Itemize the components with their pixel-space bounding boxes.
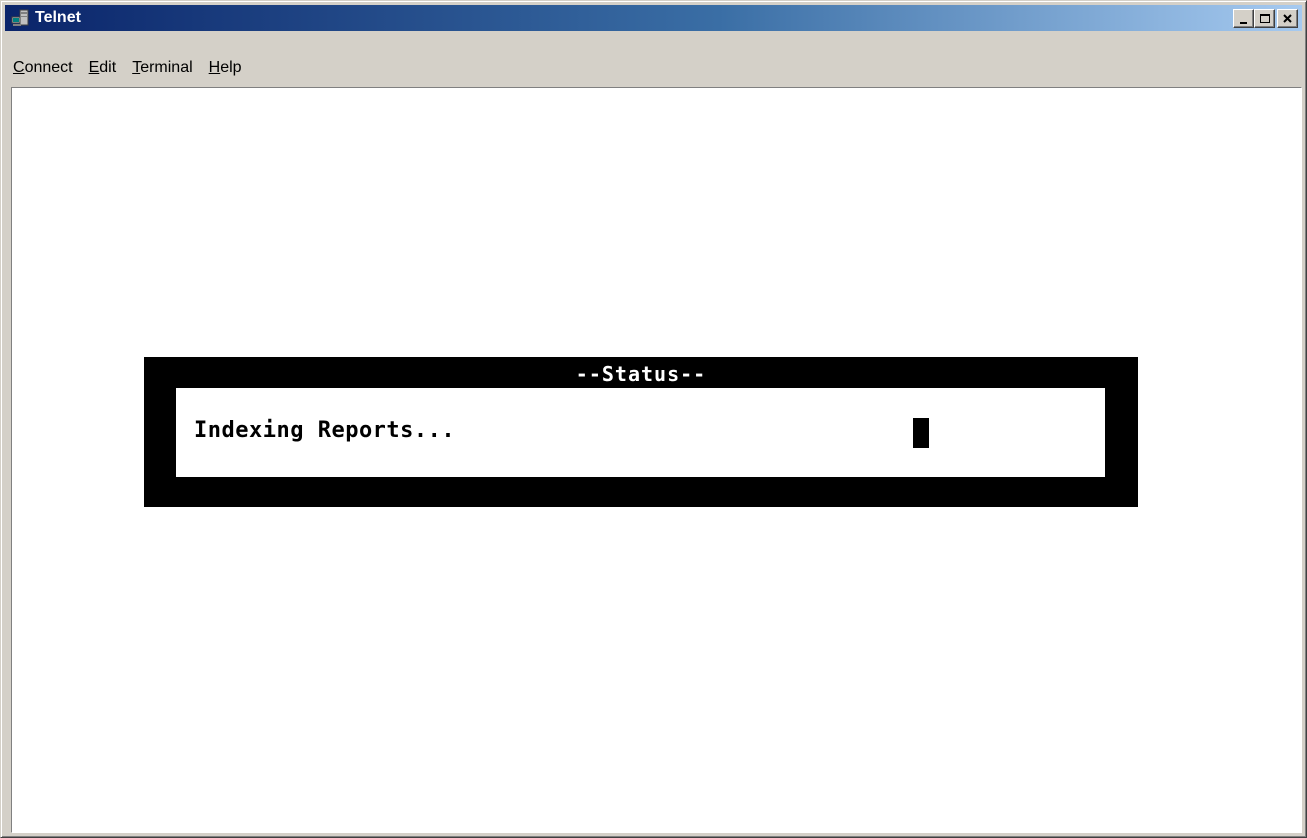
- menu-help-mnemonic: H: [208, 59, 221, 76]
- status-message: Indexing Reports...: [194, 418, 456, 443]
- close-button[interactable]: [1277, 9, 1298, 28]
- maximize-button[interactable]: [1254, 9, 1275, 28]
- menu-edit[interactable]: Edit: [81, 59, 125, 77]
- menu-connect-label: onnect: [24, 59, 73, 76]
- maximize-icon: [1260, 14, 1270, 23]
- terminal-cursor: [913, 418, 929, 448]
- menu-help-label: elp: [220, 59, 242, 76]
- menu-connect-mnemonic: C: [13, 59, 25, 76]
- terminal-screen[interactable]: --Status-- Indexing Reports...: [11, 87, 1302, 833]
- menu-terminal-mnemonic: T: [132, 59, 141, 76]
- window-title: Telnet: [35, 9, 81, 26]
- telnet-computer-icon[interactable]: [11, 9, 29, 27]
- status-box-title: --Status--: [575, 362, 707, 386]
- title-bar[interactable]: Telnet: [5, 5, 1302, 31]
- status-box-body: Indexing Reports...: [176, 388, 1105, 477]
- menu-connect[interactable]: Connect: [5, 59, 81, 77]
- telnet-window: Telnet Connect Edit Terminal Help --Stat…: [0, 0, 1307, 838]
- menu-bar: Connect Edit Terminal Help: [5, 53, 250, 83]
- minimize-button[interactable]: [1233, 9, 1254, 28]
- menu-terminal[interactable]: Terminal: [124, 59, 200, 77]
- close-icon: [1283, 14, 1292, 23]
- menu-help[interactable]: Help: [201, 59, 250, 77]
- status-box: --Status-- Indexing Reports...: [144, 357, 1138, 507]
- minimize-icon: [1240, 22, 1247, 24]
- menu-edit-label: dit: [99, 59, 117, 76]
- window-controls: [1233, 9, 1298, 28]
- menu-terminal-label: erminal: [140, 59, 193, 76]
- menu-edit-mnemonic: E: [88, 59, 100, 76]
